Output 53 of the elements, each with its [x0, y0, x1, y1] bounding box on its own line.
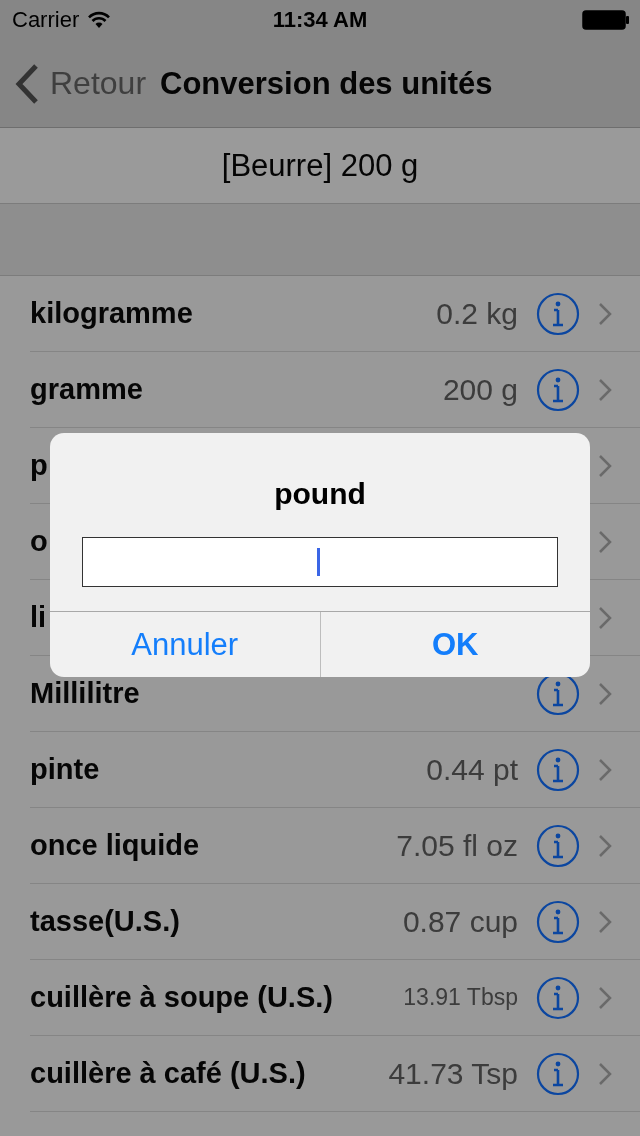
chevron-right-icon	[598, 985, 612, 1010]
unit-value: 13.91 Tbsp	[402, 984, 518, 1011]
info-icon[interactable]	[536, 747, 580, 792]
unit-name: o	[30, 525, 48, 558]
unit-name: cuillère à soupe (U.S.)	[30, 981, 333, 1014]
chevron-right-icon	[598, 529, 612, 554]
chevron-right-icon	[598, 833, 612, 858]
text-cursor	[317, 548, 320, 576]
chevron-left-icon	[14, 62, 40, 105]
unit-name: p	[30, 449, 48, 482]
unit-name: li	[30, 601, 47, 634]
unit-value: 7.05 fl oz	[395, 828, 518, 863]
chevron-right-icon	[598, 453, 612, 478]
input-field[interactable]	[82, 537, 558, 587]
unit-name: Millilitre	[30, 677, 140, 710]
wifi-icon	[87, 11, 112, 29]
info-icon[interactable]	[536, 899, 580, 944]
list-row[interactable]: pinte 0.44 pt	[30, 732, 640, 808]
nav-title: Conversion des unités	[160, 65, 493, 102]
unit-name: kilogramme	[30, 297, 193, 330]
list-row[interactable]: gramme 200 g	[30, 352, 640, 428]
chevron-right-icon	[598, 909, 612, 934]
unit-name: pinte	[30, 753, 100, 786]
chevron-right-icon	[598, 377, 612, 402]
unit-value: 41.73 Tsp	[387, 1056, 518, 1091]
chevron-right-icon	[598, 1061, 612, 1086]
info-icon[interactable]	[536, 823, 580, 868]
unit-name: tasse(U.S.)	[30, 905, 180, 938]
unit-value: 0.44 pt	[425, 752, 518, 787]
info-icon[interactable]	[536, 1051, 580, 1096]
status-time: 11:34 AM	[271, 7, 369, 33]
unit-value: 0.87 cup	[401, 904, 518, 939]
list-row[interactable]: cuillère à soupe (U.S.) 13.91 Tbsp	[30, 960, 640, 1036]
info-icon[interactable]	[536, 291, 580, 336]
unit-name: gramme	[30, 373, 143, 406]
unit-name: once liquide	[30, 829, 200, 862]
list-row[interactable]: cuillère à café (U.S.) 41.73 Tsp	[30, 1036, 640, 1112]
alert-title: pound	[273, 477, 367, 511]
chevron-right-icon	[598, 301, 612, 326]
chevron-right-icon	[598, 681, 612, 706]
chevron-right-icon	[598, 605, 612, 630]
list-row[interactable]: once liquide 7.05 fl oz	[30, 808, 640, 884]
unit-name: cuillère à café (U.S.)	[30, 1057, 306, 1090]
unit-value: 0.2 kg	[435, 296, 518, 331]
header-text: [Beurre] 200 g	[221, 147, 419, 184]
carrier-name: Carrier	[12, 7, 80, 33]
unit-value: 200 g	[441, 372, 518, 407]
list-row[interactable]: kilogramme 0.2 kg	[30, 276, 640, 352]
battery-icon	[582, 10, 630, 30]
info-icon[interactable]	[536, 975, 580, 1020]
chevron-right-icon	[598, 757, 612, 782]
list-row[interactable]: tasse(U.S.) 0.87 cup	[30, 884, 640, 960]
info-icon[interactable]	[536, 367, 580, 412]
